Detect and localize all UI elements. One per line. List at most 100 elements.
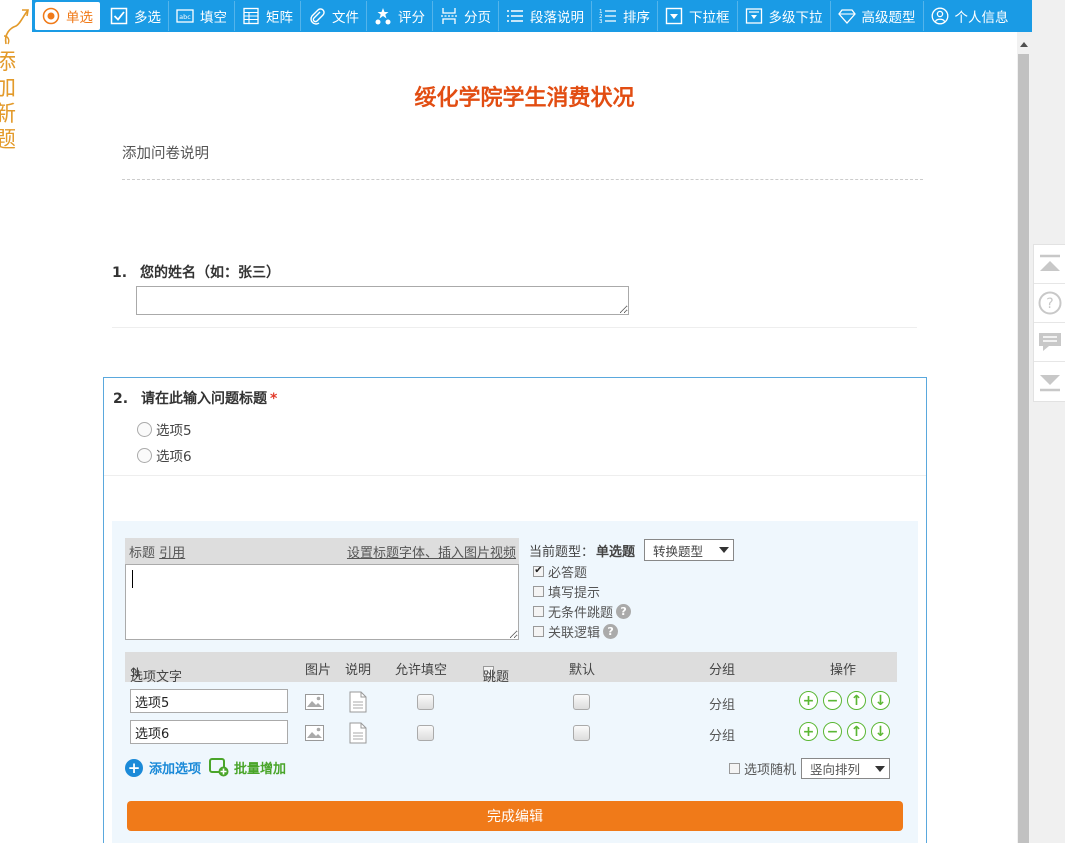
toolbar-item-single-choice[interactable]: 单选 [35,2,100,30]
arrow-bottom-icon [1039,374,1060,391]
toolbar-item-dropdown[interactable]: 下拉框 [658,1,738,31]
toolbar-item-rating[interactable]: 评分 [367,1,433,31]
toolbar-item-paragraph[interactable]: 段落说明 [499,1,592,31]
toolbar-item-file[interactable]: 文件 [301,1,367,31]
row-actions: + − ↑ ↓ [799,691,890,710]
question-circle-icon: ? [1038,291,1061,315]
toolbar-item-matrix[interactable]: 矩阵 [235,1,301,31]
scroll-up-arrow-icon[interactable] [1017,36,1030,52]
toolbar-item-page-break[interactable]: 分页 [433,1,499,31]
matrix-icon [243,7,259,25]
question-type-settings: 当前题型： 单选题 转换题型 ✔ 必答题 填写提示 无条件跳题 ? 关联逻辑 ? [529,539,735,641]
checkbox-icon [110,7,128,25]
default-checkbox[interactable] [573,694,590,710]
checkbox[interactable] [533,585,544,597]
question-1-title: 1. 您的姓名（如：张三） [112,265,280,281]
layout-select[interactable]: 竖向排列 [801,758,891,779]
convert-type-select[interactable]: 转换题型 [644,539,735,561]
survey-description[interactable]: 添加问卷说明 [122,142,923,180]
option-text-input[interactable] [130,689,288,713]
move-down-icon[interactable]: ↓ [871,691,890,710]
radio-button[interactable] [137,421,152,437]
document-icon[interactable] [349,722,367,744]
scroll-to-top-button[interactable] [1034,245,1065,284]
random-checkbox[interactable] [729,763,740,774]
help-icon[interactable]: ? [616,603,632,619]
logic-checkbox[interactable]: 关联逻辑 ? [533,621,734,641]
checkbox[interactable] [533,605,544,617]
title-font-link[interactable]: 设置标题字体、插入图片视频 [347,542,516,561]
scrollbar-thumb[interactable] [1018,54,1029,843]
svg-text:?: ? [1046,296,1053,312]
table-row: 分组 + − ↑ ↓ [125,687,897,717]
option-text-input[interactable] [130,720,288,744]
batch-add-icon [209,758,229,777]
divider [104,475,926,476]
table-row: 分组 + − ↑ ↓ [125,718,897,748]
svg-text:3: 3 [599,19,603,25]
question-2-options: 选项5 选项6 [137,416,192,468]
allow-fill-checkbox[interactable] [417,725,434,741]
list-item[interactable]: 选项6 [137,442,192,468]
question-edit-panel: 标题 引用 设置标题字体、插入图片视频 当前题型： 单选题 转换题型 ✔必答题 [112,521,918,843]
name-answer-field[interactable] [136,286,629,315]
toolbar-item-multilevel-dropdown[interactable]: 多级下拉 [738,1,831,31]
sort-icon: 123 [599,9,616,25]
required-mark: * [270,391,278,407]
help-icon[interactable]: ? [603,623,619,639]
text-caret [132,570,133,588]
options-table-header: 选项文字 ⇅ 图片 说明 允许填空 跳题 默认 分组 操作 [125,652,897,685]
page-break-icon [441,8,457,24]
group-link[interactable]: 分组 [709,694,735,713]
arrow-top-icon [1039,254,1060,271]
checkbox[interactable] [533,625,544,637]
feedback-button[interactable] [1034,323,1065,362]
question-2-title[interactable]: 2. 请在此输入问题标题 * [113,388,277,408]
move-up-icon[interactable]: ↑ [847,722,866,741]
survey-title[interactable]: 绥化学院学生消费状况 [32,80,1017,112]
scroll-to-bottom-button[interactable] [1034,362,1065,401]
current-type-label: 当前题型： [529,544,595,560]
question-title-input[interactable] [125,564,519,640]
checkbox[interactable]: ✔ [533,565,544,577]
remove-row-icon[interactable]: − [823,691,842,710]
question-1[interactable]: 1. 您的姓名（如：张三） [112,262,917,328]
toolbar-item-multiple-choice[interactable]: 多选 [103,1,169,31]
default-checkbox[interactable] [573,725,590,741]
add-row-icon[interactable]: + [799,691,818,710]
row-actions: + − ↑ ↓ [799,722,890,741]
left-decoration: 添 加 新 题 [0,0,32,843]
group-link[interactable]: 分组 [709,725,735,744]
move-down-icon[interactable]: ↓ [871,722,890,741]
current-type-value: 单选题 [596,544,636,560]
radio-button[interactable] [137,447,152,463]
dropdown-icon [665,7,683,25]
svg-text:abc: abc [179,13,191,21]
toolbar-item-advanced[interactable]: 高级题型 [831,1,924,31]
image-icon[interactable] [305,694,324,710]
hint-checkbox[interactable]: 填写提示 [533,581,734,601]
document-icon[interactable] [349,691,367,713]
toolbar-item-fill-blank[interactable]: abc 填空 [169,1,235,31]
help-button[interactable]: ? [1034,284,1065,323]
sort-arrows-icon[interactable]: ⇅ [130,666,141,681]
allow-fill-checkbox[interactable] [417,694,434,710]
abc-icon: abc [176,9,194,23]
image-icon[interactable] [305,725,324,741]
jump-checkbox[interactable]: 无条件跳题 ? [533,601,734,621]
toolbar-item-sort[interactable]: 123 排序 [592,1,658,31]
add-row-icon[interactable]: + [799,722,818,741]
title-label: 标题 [129,545,156,561]
add-option-button[interactable]: + 添加选项 [125,758,201,777]
remove-row-icon[interactable]: − [823,722,842,741]
side-tools: ? [1033,244,1065,402]
move-up-icon[interactable]: ↑ [847,691,866,710]
multilevel-dropdown-icon [745,8,762,24]
required-checkbox[interactable]: ✔ 必答题 [533,561,734,581]
quote-link[interactable]: 引用 [159,546,185,561]
toolbar-item-personal-info[interactable]: 个人信息 [924,1,1016,31]
title-label-bar: 标题 引用 设置标题字体、插入图片视频 [125,538,519,564]
batch-add-button[interactable]: 批量增加 [209,758,286,777]
finish-edit-button[interactable]: 完成编辑 [127,801,903,831]
list-item[interactable]: 选项5 [137,416,192,442]
